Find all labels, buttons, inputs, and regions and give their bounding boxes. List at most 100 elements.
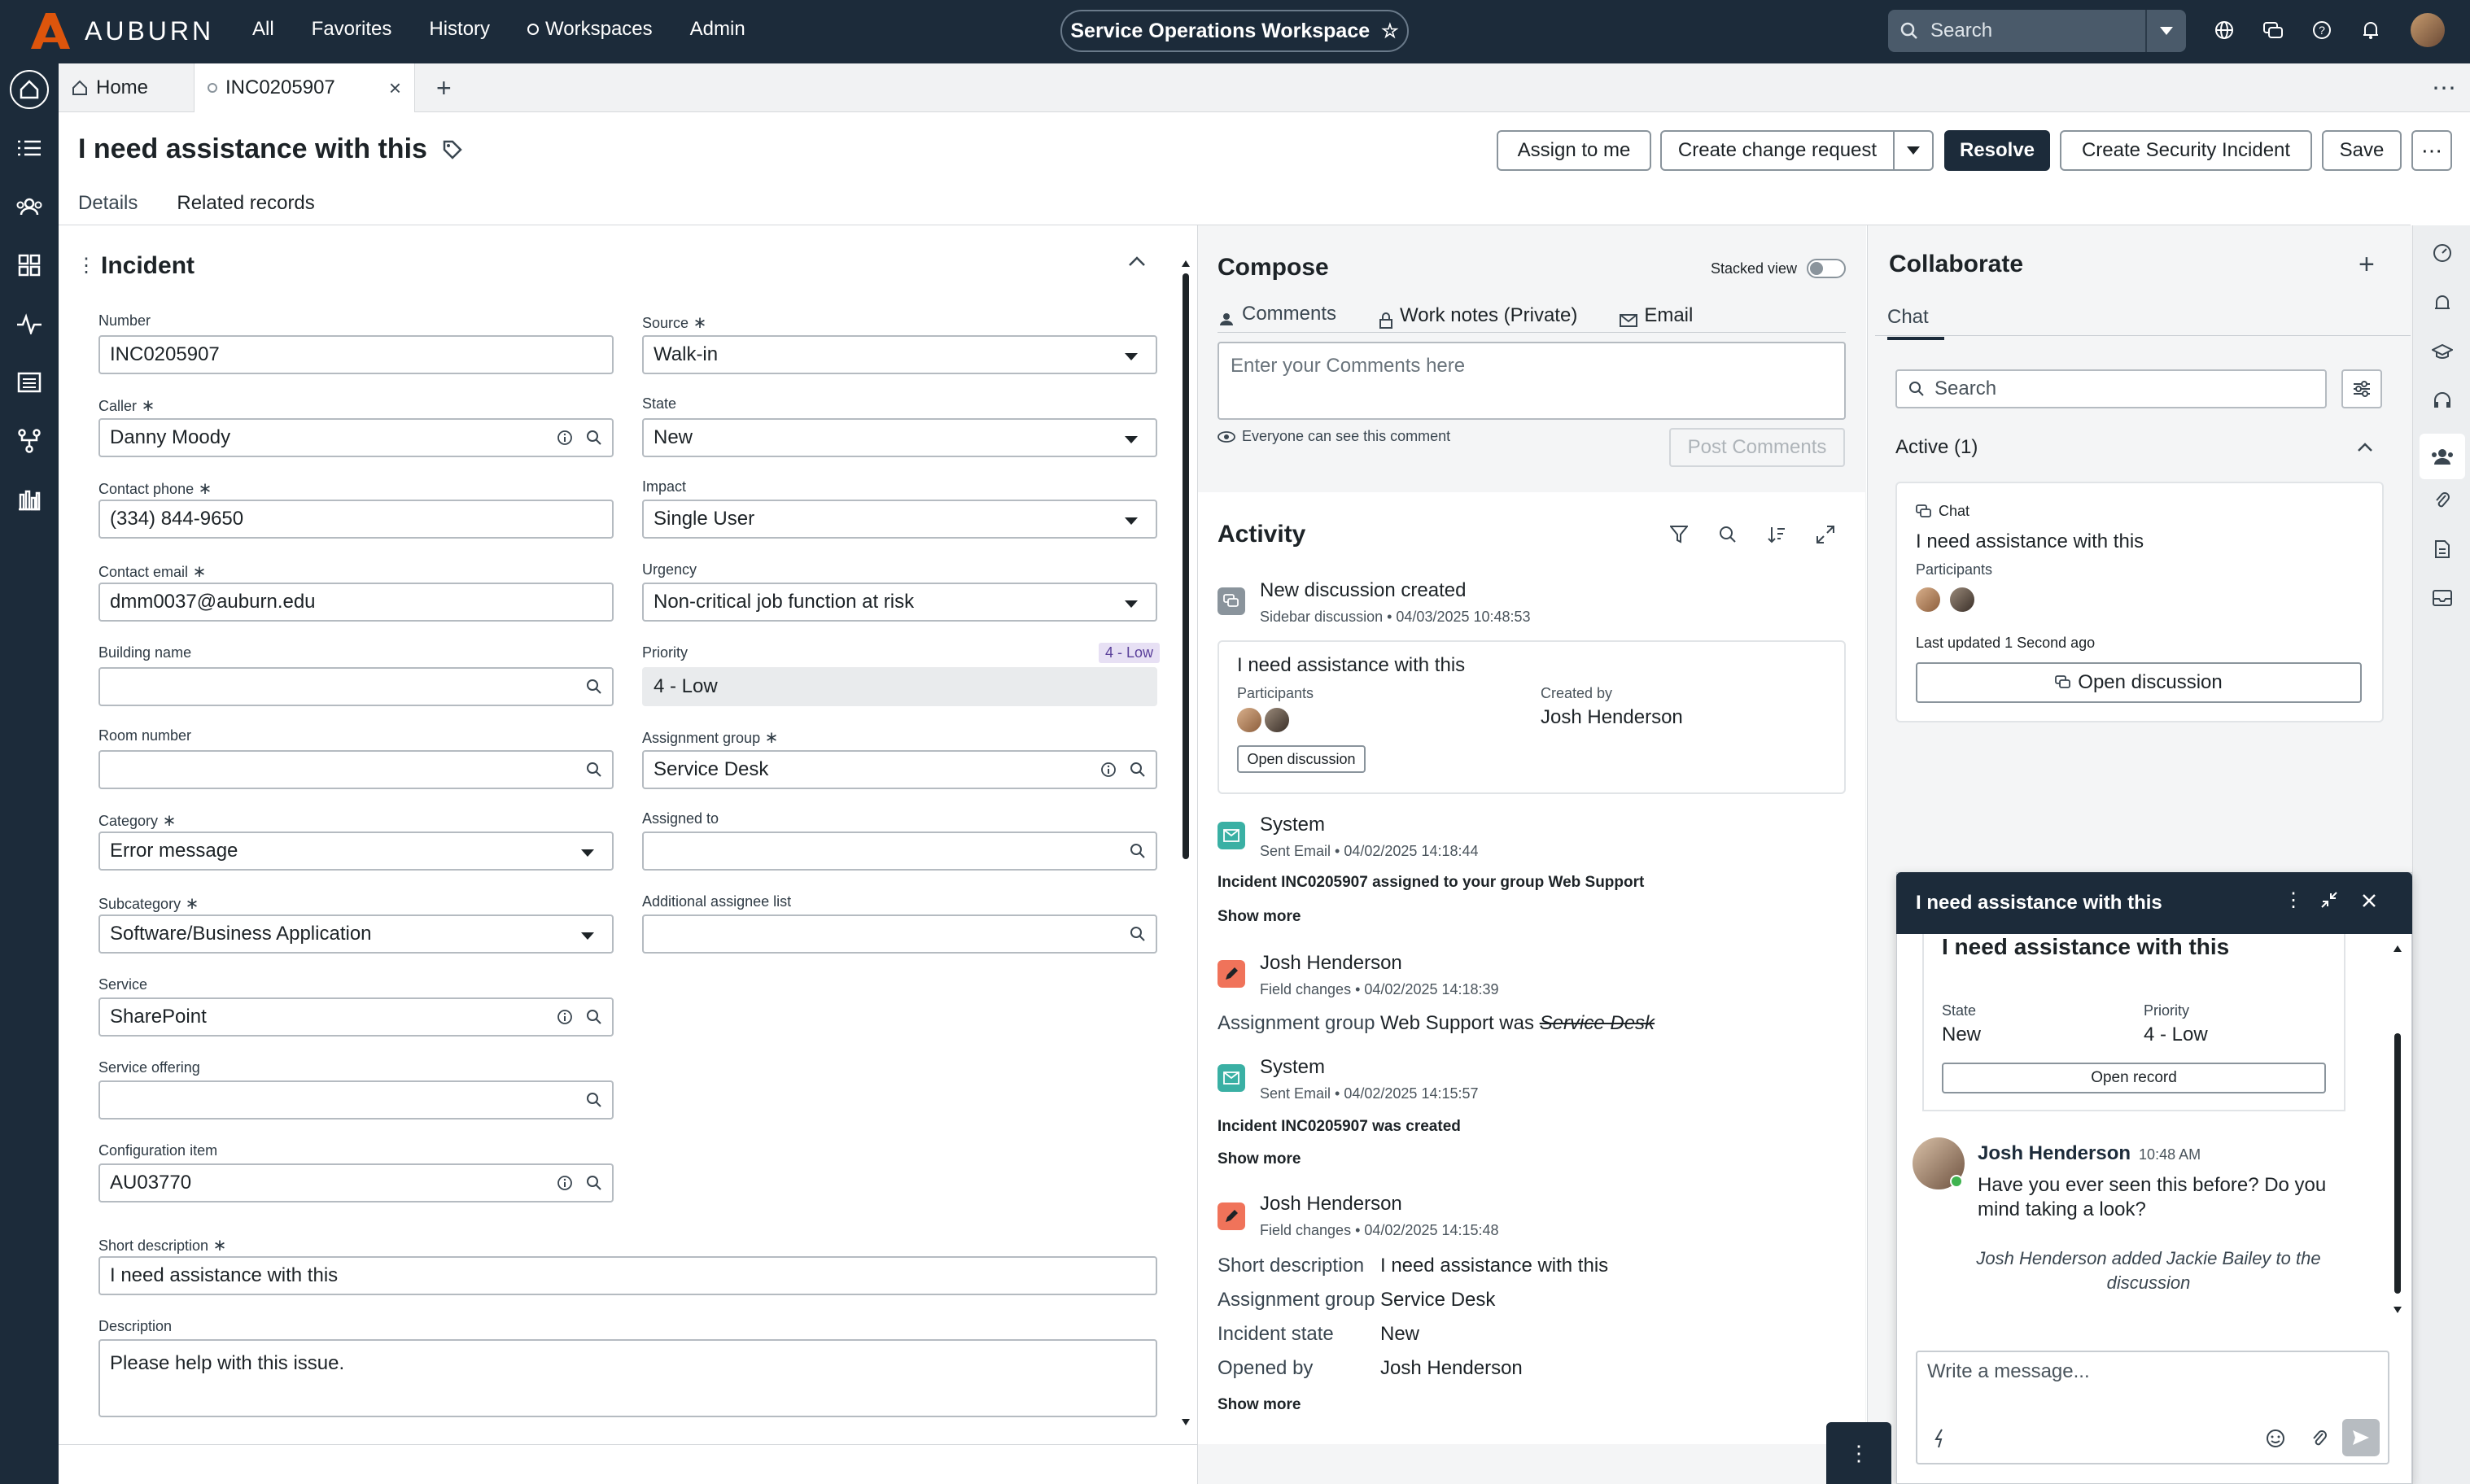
menu-all[interactable]: All xyxy=(252,18,274,41)
post-comments-button[interactable]: Post Comments xyxy=(1669,428,1845,467)
assigned-to-field[interactable] xyxy=(642,831,1157,871)
offering-field[interactable] xyxy=(98,1080,614,1120)
sidebar-menu-button[interactable]: ⋮ xyxy=(1826,1422,1891,1484)
list-icon[interactable] xyxy=(10,129,49,168)
chevron-down-icon[interactable] xyxy=(2145,10,2186,52)
more-actions-icon[interactable]: ⋯ xyxy=(2411,130,2452,171)
menu-favorites[interactable]: Favorites xyxy=(312,18,392,41)
expand-icon[interactable] xyxy=(1816,526,1834,543)
document-icon[interactable] xyxy=(2428,535,2457,564)
room-field[interactable] xyxy=(98,750,614,789)
comment-textarea[interactable]: Enter your Comments here xyxy=(1218,342,1846,420)
toggle-switch[interactable] xyxy=(1807,259,1847,278)
global-search[interactable]: Search xyxy=(1888,10,2186,52)
send-icon[interactable] xyxy=(2342,1419,2380,1456)
search-icon[interactable] xyxy=(1130,843,1146,859)
more-icon[interactable]: ⋮ xyxy=(2284,888,2303,912)
open-discussion-button[interactable]: Open discussion xyxy=(1916,662,2362,703)
additional-assignee-field[interactable] xyxy=(642,914,1157,954)
minimize-icon[interactable] xyxy=(2321,892,2337,908)
more-icon[interactable]: ⋯ xyxy=(2419,63,2464,112)
open-record-button[interactable]: Open record xyxy=(1942,1063,2326,1093)
subcategory-select[interactable]: Software/Business Application xyxy=(98,914,614,954)
search-icon[interactable] xyxy=(586,762,602,778)
info-icon[interactable] xyxy=(557,430,573,446)
sort-icon[interactable] xyxy=(1768,526,1786,543)
assign-to-me-button[interactable]: Assign to me xyxy=(1497,130,1651,171)
bell-icon[interactable] xyxy=(2357,16,2385,44)
show-more-link[interactable]: Show more xyxy=(1218,1396,1301,1414)
save-button[interactable]: Save xyxy=(2322,130,2402,171)
people-icon[interactable] xyxy=(10,187,49,226)
service-field[interactable]: SharePoint xyxy=(98,997,614,1037)
section-menu-icon[interactable]: ⋮ xyxy=(77,254,96,277)
reports-icon[interactable] xyxy=(10,480,49,519)
dashboard-icon[interactable] xyxy=(10,246,49,285)
source-select[interactable]: Walk-in xyxy=(642,335,1157,374)
search-icon[interactable] xyxy=(586,1009,602,1025)
search-icon[interactable] xyxy=(586,1175,602,1191)
description-textarea[interactable]: Please help with this issue. xyxy=(98,1339,1157,1417)
info-icon[interactable] xyxy=(557,1009,573,1025)
resolve-button[interactable]: Resolve xyxy=(1944,130,2050,171)
paperclip-icon[interactable] xyxy=(2311,1429,2328,1448)
people-icon[interactable] xyxy=(2420,434,2465,479)
close-icon[interactable] xyxy=(2362,893,2376,908)
chat-icon[interactable] xyxy=(2259,16,2287,44)
open-discussion-button[interactable]: Open discussion xyxy=(1237,745,1366,773)
create-security-incident-button[interactable]: Create Security Incident xyxy=(2060,130,2312,171)
active-chats-heading[interactable]: Active (1) xyxy=(1895,436,1978,459)
chat-scrollbar[interactable] xyxy=(2393,944,2402,1318)
activity-pulse-icon[interactable] xyxy=(10,304,49,343)
help-icon[interactable]: ? xyxy=(2308,16,2336,44)
workflow-icon[interactable] xyxy=(10,421,49,460)
phone-field[interactable]: (334) 844-9650 xyxy=(98,500,614,539)
workspace-pill[interactable]: Service Operations Workspace ☆ xyxy=(1060,10,1409,52)
number-field[interactable]: INC0205907 xyxy=(98,335,614,374)
show-more-link[interactable]: Show more xyxy=(1218,908,1301,926)
search-icon[interactable] xyxy=(1130,762,1146,778)
chevron-up-icon[interactable] xyxy=(1128,255,1146,271)
brand-logo[interactable]: AUBURN xyxy=(28,10,214,52)
chevron-down-icon[interactable] xyxy=(1893,130,1934,171)
chat-search-input[interactable]: Search xyxy=(1895,369,2327,408)
assignment-group-field[interactable]: Service Desk xyxy=(642,750,1157,789)
new-tab-button[interactable]: + xyxy=(423,63,472,112)
tab-incident[interactable]: INC0205907 × xyxy=(194,63,415,112)
filter-icon[interactable] xyxy=(1670,526,1688,543)
user-avatar[interactable] xyxy=(2411,13,2445,47)
caller-field[interactable]: Danny Moody xyxy=(98,418,614,457)
home-icon[interactable] xyxy=(10,70,49,109)
search-icon[interactable] xyxy=(586,679,602,695)
filter-settings-icon[interactable] xyxy=(2341,369,2382,408)
add-icon[interactable]: + xyxy=(2359,249,2375,281)
show-more-link[interactable]: Show more xyxy=(1218,1150,1301,1168)
info-icon[interactable] xyxy=(1100,762,1117,778)
tag-icon[interactable] xyxy=(442,139,463,160)
info-icon[interactable] xyxy=(557,1175,573,1191)
menu-admin[interactable]: Admin xyxy=(690,18,745,41)
emoji-icon[interactable] xyxy=(2266,1429,2285,1448)
tab-home[interactable]: Home xyxy=(59,63,189,112)
bell-icon[interactable] xyxy=(2428,289,2457,318)
paperclip-icon[interactable] xyxy=(2428,486,2457,515)
close-icon[interactable]: × xyxy=(389,76,401,101)
headset-icon[interactable] xyxy=(2428,386,2457,416)
search-icon[interactable] xyxy=(1719,526,1737,543)
speedometer-icon[interactable] xyxy=(2428,238,2457,268)
globe-icon[interactable] xyxy=(2210,16,2238,44)
slash-command-icon[interactable] xyxy=(1934,1429,1947,1448)
star-icon[interactable]: ☆ xyxy=(1381,20,1399,43)
short-description-field[interactable]: I need assistance with this xyxy=(98,1256,1157,1295)
graduation-cap-icon[interactable] xyxy=(2428,338,2457,367)
records-icon[interactable] xyxy=(10,363,49,402)
category-select[interactable]: Error message xyxy=(98,831,614,871)
search-icon[interactable] xyxy=(1130,926,1146,942)
inbox-icon[interactable] xyxy=(2428,583,2457,613)
form-scrollbar[interactable] xyxy=(1181,259,1191,1427)
menu-workspaces[interactable]: Workspaces xyxy=(527,18,653,41)
urgency-select[interactable]: Non-critical job function at risk xyxy=(642,583,1157,622)
ci-field[interactable]: AU03770 xyxy=(98,1163,614,1202)
search-icon[interactable] xyxy=(586,1092,602,1108)
menu-history[interactable]: History xyxy=(429,18,490,41)
